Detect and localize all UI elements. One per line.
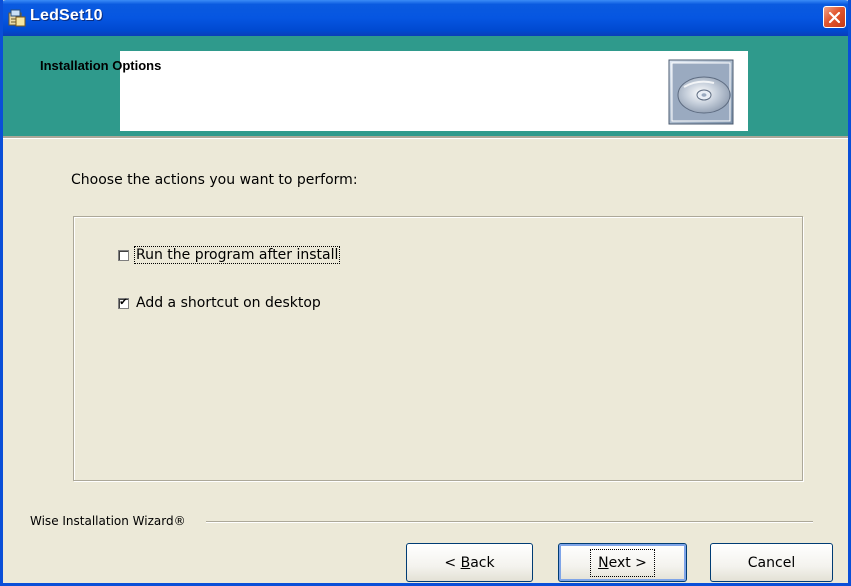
cancel-button[interactable]: Cancel	[710, 543, 833, 582]
back-button-label: < Back	[440, 553, 498, 573]
back-button[interactable]: < Back	[406, 543, 533, 582]
footer-separator	[206, 521, 813, 523]
run-after-install-option[interactable]: Run the program after install	[118, 246, 341, 264]
back-mnemonic: B	[460, 554, 471, 571]
check-mark-icon: ✔	[119, 297, 128, 308]
installer-icon	[8, 9, 26, 27]
close-button[interactable]	[823, 6, 846, 28]
installer-window: LedSet10 Installation Options Choose the…	[0, 0, 851, 586]
run-after-install-checkbox[interactable]	[118, 249, 129, 261]
back-rest: ack	[470, 554, 495, 571]
close-icon	[828, 11, 841, 23]
actions-prompt: Choose the actions you want to perform:	[71, 172, 358, 188]
back-prefix: <	[444, 554, 461, 571]
next-mnemonic: N	[598, 554, 609, 571]
window-title: LedSet10	[30, 7, 103, 24]
header-panel	[120, 51, 748, 131]
next-rest: ext >	[608, 554, 647, 571]
desktop-shortcut-checkbox[interactable]: ✔	[118, 297, 129, 309]
header-separator	[3, 136, 848, 139]
wizard-brand: Wise Installation Wizard®	[30, 514, 186, 528]
next-button[interactable]: Next >	[558, 543, 687, 582]
desktop-shortcut-label[interactable]: Add a shortcut on desktop	[135, 295, 322, 311]
title-bar[interactable]: LedSet10	[3, 0, 848, 36]
run-after-install-label[interactable]: Run the program after install	[133, 246, 341, 264]
cancel-button-label: Cancel	[747, 554, 796, 571]
desktop-shortcut-option[interactable]: ✔ Add a shortcut on desktop	[118, 294, 322, 312]
page-title: Installation Options	[40, 58, 162, 73]
cd-disc-icon	[668, 59, 734, 125]
next-button-label: Next >	[590, 548, 655, 577]
